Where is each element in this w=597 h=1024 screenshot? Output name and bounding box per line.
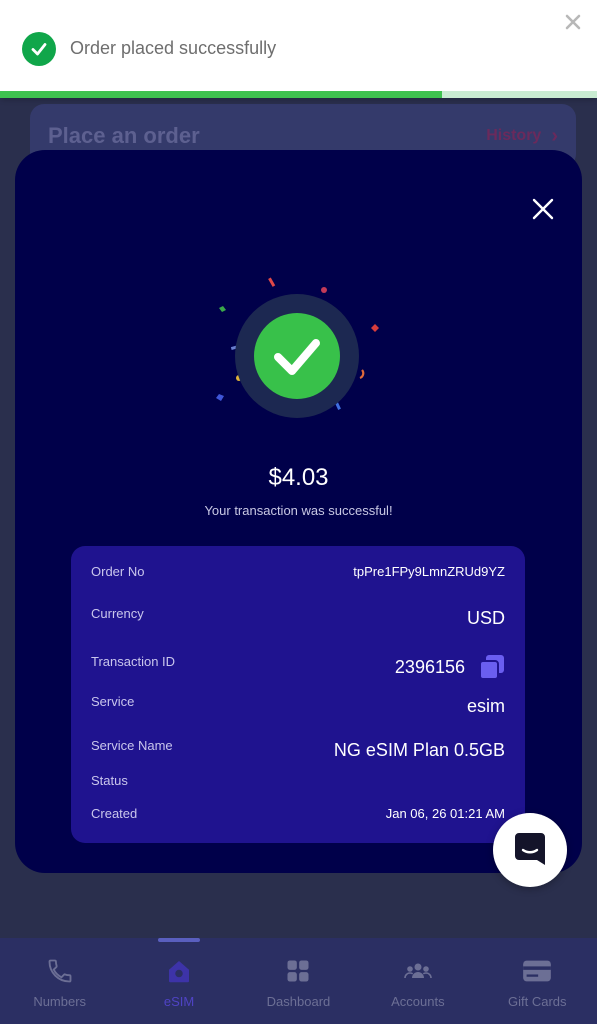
history-link[interactable]: History › (486, 125, 558, 148)
toast-message: Order placed successfully (70, 38, 277, 58)
order-no-label: Order No (91, 564, 145, 579)
phone-icon (45, 956, 75, 986)
service-label: Service (91, 694, 135, 709)
bottom-nav: Numbers eSIM Dashboard Accounts Gift Car… (0, 938, 597, 1024)
currency-value: USD (466, 608, 505, 628)
currency-label: Currency (91, 606, 144, 621)
transaction-amount: $4.03 (268, 464, 329, 491)
toast-progress-fill (0, 91, 442, 98)
nav-label: Numbers (33, 994, 87, 1009)
order-no-value: tpPre1FPy9LmnZRUd9YZ (353, 564, 505, 579)
service-name-label: Service Name (91, 738, 173, 753)
success-check-icon (216, 277, 379, 418)
esim-icon (164, 956, 194, 986)
detail-row-status: Status (91, 773, 505, 788)
status-label: Status (91, 773, 128, 788)
chevron-right-icon: › (551, 124, 558, 147)
nav-label: Dashboard (266, 994, 331, 1009)
service-value: esim (466, 696, 505, 716)
order-details-card: Order No tpPre1FPy9LmnZRUd9YZ Currency U… (71, 546, 525, 843)
transaction-status-message: Your transaction was successful! (204, 503, 393, 518)
gift-card-icon (522, 956, 552, 986)
transaction-id-value: 2396156 (394, 656, 465, 677)
nav-item-esim[interactable]: eSIM (120, 956, 238, 1009)
close-icon (565, 14, 581, 30)
detail-row-currency: Currency USD (91, 598, 505, 629)
service-name-value: NG eSIM Plan 0.5GB (333, 740, 505, 760)
modal-close-button[interactable] (528, 194, 558, 224)
detail-row-service: Service esim (91, 686, 505, 717)
success-toast: Order placed successfully (0, 0, 597, 98)
nav-item-gift-cards[interactable]: Gift Cards (478, 956, 596, 1009)
detail-row-order-no: Order No tpPre1FPy9LmnZRUd9YZ (91, 564, 505, 579)
active-tab-indicator (158, 938, 200, 942)
detail-row-transaction-id: Transaction ID 2396156 (91, 642, 505, 680)
transaction-id-label: Transaction ID (91, 653, 176, 669)
check-circle-icon (22, 32, 56, 66)
nav-label: eSIM (163, 994, 195, 1009)
nav-item-accounts[interactable]: Accounts (359, 956, 477, 1009)
nav-item-numbers[interactable]: Numbers (1, 956, 119, 1009)
detail-row-service-name: Service Name NG eSIM Plan 0.5GB (91, 730, 505, 761)
nav-label: Gift Cards (507, 994, 567, 1009)
close-icon (532, 198, 554, 220)
created-value: Jan 06, 26 01:21 AM (385, 806, 505, 821)
detail-row-created: Created Jan 06, 26 01:21 AM (91, 806, 505, 821)
toast-close-button[interactable] (561, 10, 585, 34)
chat-support-button[interactable] (493, 813, 567, 887)
grid-icon (283, 956, 313, 986)
chat-icon (515, 833, 545, 865)
nav-item-dashboard[interactable]: Dashboard (239, 956, 357, 1009)
order-success-modal: $4.03 Your transaction was successful! O… (15, 150, 582, 873)
accounts-icon (403, 956, 433, 986)
transaction-id-group: 2396156 (395, 654, 505, 680)
page-title: Place an order (48, 123, 200, 148)
nav-label: Accounts (391, 994, 445, 1009)
copy-button[interactable] (479, 654, 505, 680)
copy-icon (479, 655, 504, 680)
history-label: History (486, 127, 542, 144)
toast-progress-bar (0, 91, 597, 98)
created-label: Created (91, 806, 138, 821)
